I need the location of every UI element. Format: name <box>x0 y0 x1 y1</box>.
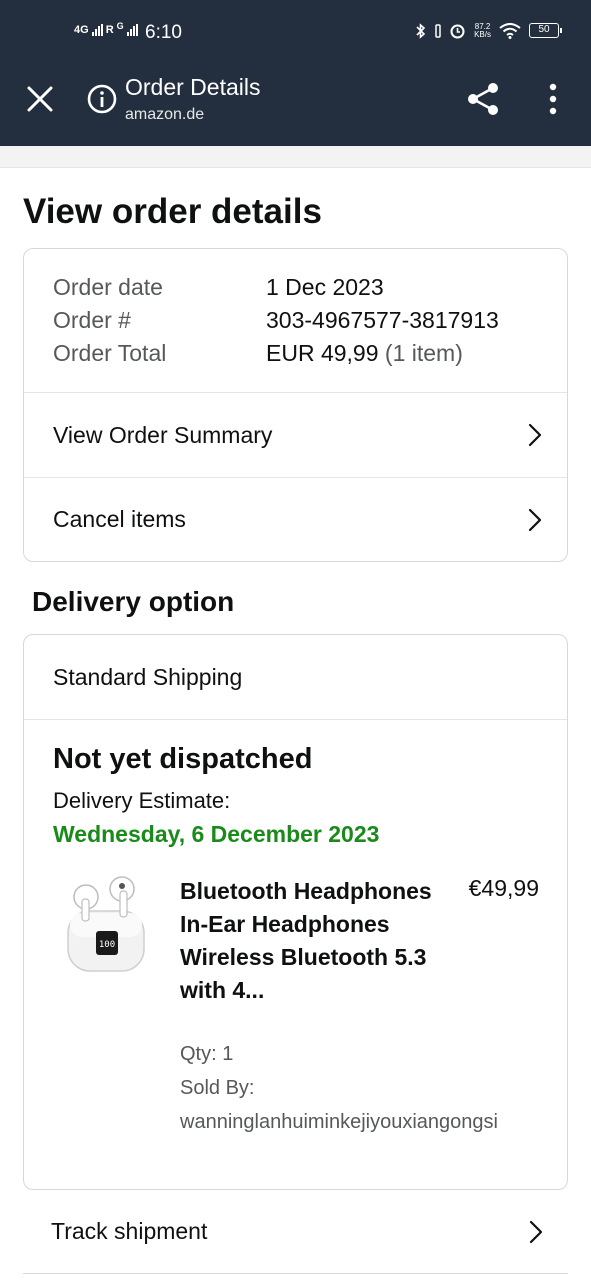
info-icon[interactable] <box>86 83 118 115</box>
wifi-icon <box>499 22 521 39</box>
view-order-summary-label: View Order Summary <box>53 421 273 448</box>
status-icons: 87.2 KB/s 50 <box>415 22 562 39</box>
order-number-label: Order # <box>53 307 131 333</box>
order-date-row: Order date 1 Dec 2023 <box>53 271 567 304</box>
order-number-value: 303-4967577-3817913 <box>266 307 499 333</box>
svg-text:100: 100 <box>99 940 115 950</box>
app-header: 4G R G 6:10 87.2 KB/s 50 Order Details a… <box>0 0 591 146</box>
battery-icon: 50 <box>529 23 562 38</box>
page-title: View order details <box>23 192 322 231</box>
alarm-icon <box>450 24 465 39</box>
battery-level: 50 <box>538 24 550 35</box>
cancel-items-link[interactable]: Cancel items <box>24 477 567 561</box>
delivery-estimate-date: Wednesday, 6 December 2023 <box>53 821 380 847</box>
order-total-amount: EUR 49,99 <box>266 340 379 366</box>
delivery-card: Standard Shipping Not yet dispatched Del… <box>23 634 568 1190</box>
network-speed: 87.2 KB/s <box>474 22 491 39</box>
signal-indicators: 4G R G <box>74 21 138 36</box>
share-icon[interactable] <box>464 80 502 118</box>
signal-bars-icon <box>91 24 103 36</box>
more-vert-icon[interactable] <box>540 82 566 116</box>
chevron-right-icon <box>528 508 542 531</box>
sold-by-label: Sold By: <box>180 1077 255 1099</box>
dispatch-status: Not yet dispatched <box>53 743 313 775</box>
earbuds-product-image[interactable]: 100 <box>60 869 152 977</box>
network-speed-unit: KB/s <box>474 29 491 39</box>
delivery-estimate-label: Delivery Estimate: <box>53 788 231 813</box>
seller-name: wanninglanhuiminkejiyouxiangongsi <box>180 1111 498 1133</box>
order-number-row: Order # 303-4967577-3817913 <box>53 304 567 337</box>
network-label-4g: 4G <box>74 24 89 36</box>
shipping-method: Standard Shipping <box>24 635 567 720</box>
vibrate-icon <box>435 23 441 38</box>
order-info-block: Order date 1 Dec 2023 Order # 303-496757… <box>24 249 567 393</box>
chevron-right-icon <box>529 1220 543 1243</box>
view-order-summary-link[interactable]: View Order Summary <box>24 393 567 477</box>
close-icon[interactable] <box>24 83 56 115</box>
chevron-right-icon <box>528 423 542 447</box>
product-quantity: Qty: 1 <box>180 1043 234 1065</box>
network-label-g: G <box>116 21 124 31</box>
delivery-option-heading: Delivery option <box>32 586 235 617</box>
product-price: €49,99 <box>468 875 539 901</box>
network-label-r: R <box>105 24 114 36</box>
header-subtitle: amazon.de <box>125 106 205 123</box>
bluetooth-icon <box>416 22 426 39</box>
track-shipment-link[interactable]: Track shipment <box>23 1190 568 1274</box>
order-total-row: Order Total EUR 49,99 (1 item) <box>53 337 567 370</box>
status-bar: 4G R G 6:10 87.2 KB/s 50 <box>0 0 591 66</box>
product-title[interactable]: Bluetooth Headphones In-Ear Headphones W… <box>180 875 440 1007</box>
cancel-items-label: Cancel items <box>53 506 186 532</box>
header-divider <box>0 146 591 168</box>
order-total-value: EUR 49,99 (1 item) <box>266 337 463 370</box>
order-total-label: Order Total <box>53 340 167 366</box>
order-item-count: (1 item) <box>384 340 463 366</box>
clock: 6:10 <box>145 22 182 43</box>
track-shipment-label: Track shipment <box>51 1218 208 1244</box>
signal-bars-icon-2 <box>126 24 138 36</box>
order-date-value: 1 Dec 2023 <box>266 274 384 300</box>
order-info-card: Order date 1 Dec 2023 Order # 303-496757… <box>23 248 568 562</box>
order-date-label: Order date <box>53 274 163 300</box>
header-title: Order Details <box>125 74 261 100</box>
